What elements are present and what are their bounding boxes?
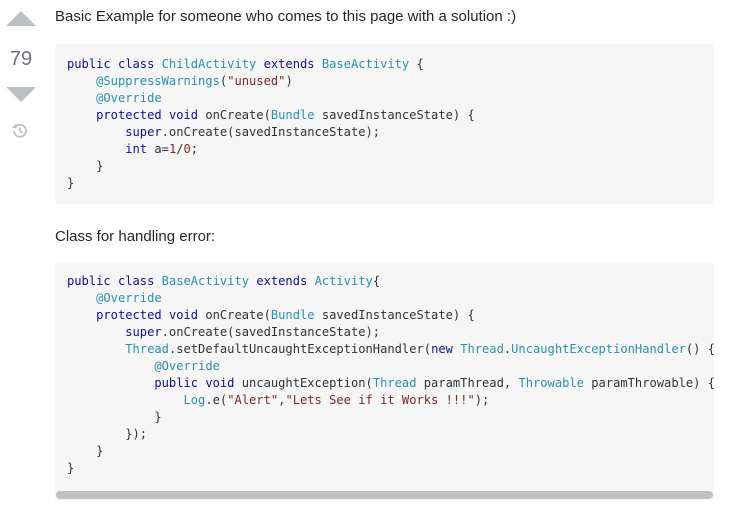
code-line: int a=1/0; xyxy=(125,142,199,156)
code-line: @Override xyxy=(96,91,162,105)
code-text: public class BaseActivity extends Activi… xyxy=(67,273,714,477)
code-line: } xyxy=(67,159,104,173)
code-line: } xyxy=(67,461,75,475)
code-line: Log.e("Alert","Lets See if it Works !!!"… xyxy=(183,393,490,407)
code-block-child-activity: public class ChildActivity extends BaseA… xyxy=(55,44,714,204)
upvote-arrow-icon[interactable] xyxy=(6,11,36,26)
code-line: } xyxy=(67,410,162,424)
code-line: protected void onCreate(Bundle savedInst… xyxy=(96,108,475,122)
code-line: Thread.setDefaultUncaughtExceptionHandle… xyxy=(125,342,714,356)
code-line: } xyxy=(67,176,75,190)
code-line: protected void onCreate(Bundle savedInst… xyxy=(96,308,475,322)
scrollbar-thumb[interactable] xyxy=(56,491,713,499)
downvote-arrow-icon[interactable] xyxy=(6,87,36,102)
vote-count: 79 xyxy=(9,48,33,70)
intro-paragraph: Basic Example for someone who comes to t… xyxy=(55,8,517,25)
horizontal-scrollbar[interactable] xyxy=(55,490,714,500)
code-line: super.onCreate(savedInstanceState); xyxy=(125,125,381,139)
code-block-base-activity: public class BaseActivity extends Activi… xyxy=(55,262,714,500)
second-paragraph: Class for handling error: xyxy=(55,228,216,245)
code-line: public class BaseActivity extends Activi… xyxy=(67,274,381,288)
code-line: public class ChildActivity extends BaseA… xyxy=(67,57,424,71)
code-text: public class ChildActivity extends BaseA… xyxy=(67,56,475,192)
code-line: public void uncaughtException(Thread par… xyxy=(154,376,714,390)
code-line: @Override xyxy=(96,291,162,305)
code-line: @Override xyxy=(154,359,220,373)
code-line: } xyxy=(67,444,104,458)
code-line: super.onCreate(savedInstanceState); xyxy=(125,325,381,339)
history-icon[interactable] xyxy=(11,122,29,140)
code-line: }); xyxy=(67,427,148,441)
code-line: @SuppressWarnings("unused") xyxy=(96,74,293,88)
